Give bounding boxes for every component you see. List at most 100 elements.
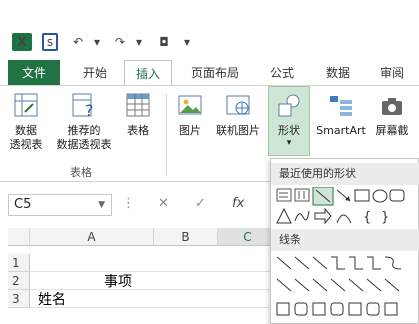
undo-icon[interactable]: ↶ <box>70 33 86 51</box>
screenshot-label: 屏幕截 <box>375 124 409 137</box>
lines-heading: 线条 <box>271 229 419 251</box>
right-arrow-shape-icon[interactable] <box>314 207 332 225</box>
shapes-icon <box>274 90 304 120</box>
line-shape-selected-icon[interactable] <box>312 187 334 206</box>
svg-text:?: ? <box>85 101 94 118</box>
freeform-shape-icon[interactable] <box>294 210 310 222</box>
curved-connector-icon[interactable] <box>384 256 402 270</box>
elbow-double-arrow-connector-icon[interactable] <box>367 256 381 270</box>
recent-shapes-row: { } <box>276 187 405 225</box>
online-picture-icon <box>223 90 253 120</box>
rect-row3-3-icon[interactable] <box>312 302 326 316</box>
rect-row3-6-icon[interactable] <box>366 302 380 316</box>
enter-icon[interactable]: ✓ <box>195 196 206 211</box>
tab-home[interactable]: 开始 <box>72 60 118 85</box>
tab-data[interactable]: 数据 <box>316 60 360 85</box>
arrow-line-icon[interactable] <box>294 256 310 270</box>
rectangle-shape-icon[interactable] <box>354 189 370 202</box>
screenshot-icon <box>377 90 407 120</box>
rect-row3-4-icon[interactable] <box>330 302 344 316</box>
left-brace-shape-icon[interactable]: { <box>363 210 371 225</box>
name-box[interactable]: C5 ▼ <box>8 194 112 216</box>
column-header-b[interactable]: B <box>154 228 218 246</box>
cancel-icon[interactable]: ✕ <box>158 196 169 211</box>
ribbon-tab-bar: 文件 开始 插入 页面布局 公式 数据 审阅 <box>0 60 419 86</box>
gridline <box>30 271 278 272</box>
undo-dropdown-icon[interactable]: ▾ <box>92 33 102 51</box>
smartart-button[interactable]: SmartArt <box>312 90 370 138</box>
rect-row3-2-icon[interactable] <box>294 302 308 316</box>
elbow-connector-icon[interactable] <box>331 256 345 270</box>
camera-icon[interactable]: ◘ <box>155 33 173 51</box>
recent-shapes-heading: 最近使用的形状 <box>271 163 419 185</box>
line-row2-6-icon[interactable] <box>366 278 382 292</box>
tab-formulas[interactable]: 公式 <box>262 60 302 85</box>
triangle-shape-icon[interactable] <box>276 207 292 224</box>
column-header-a[interactable]: A <box>30 228 154 246</box>
column-header-c[interactable]: C <box>218 228 278 246</box>
pivot-table-label: 数据 透视表 <box>9 124 43 151</box>
tab-page-layout[interactable]: 页面布局 <box>182 60 248 85</box>
line-row2-3-icon[interactable] <box>312 278 328 292</box>
tab-file[interactable]: 文件 <box>8 60 60 85</box>
line-row2-2-icon[interactable] <box>294 278 310 292</box>
row-header-3[interactable]: 3 <box>8 290 30 308</box>
online-pictures-label: 联机图片 <box>216 124 260 137</box>
redo-dropdown-icon[interactable]: ▾ <box>134 33 144 51</box>
customize-qat-icon[interactable]: ▾ <box>182 33 192 51</box>
rect-row3-1-icon[interactable] <box>276 302 290 316</box>
table-icon <box>123 90 153 120</box>
name-box-value: C5 <box>14 197 32 212</box>
recommended-pivot-label: 推荐的 数据透视表 <box>56 124 112 151</box>
pivot-table-icon <box>11 90 41 120</box>
table-label: 表格 <box>127 124 149 137</box>
line-icon[interactable] <box>276 256 292 270</box>
line-row2-5-icon[interactable] <box>348 278 364 292</box>
redo-icon[interactable]: ↷ <box>112 33 128 51</box>
cell-a3[interactable]: 姓名 <box>38 289 66 309</box>
tab-review[interactable]: 审阅 <box>372 60 412 85</box>
row-header-2[interactable]: 2 <box>8 272 30 290</box>
row-header-1[interactable]: 1 <box>8 254 30 272</box>
pictures-button[interactable]: 图片 <box>174 90 206 138</box>
line-row2-4-icon[interactable] <box>330 278 346 292</box>
screenshot-button[interactable]: 屏幕截 <box>372 90 412 138</box>
excel-app-icon: X <box>12 33 32 51</box>
quick-access-toolbar: X s ↶ ▾ ↷ ▾ ◘ ▾ <box>0 0 419 60</box>
save-icon[interactable]: s <box>42 33 58 51</box>
vertical-text-box-shape-icon[interactable] <box>294 188 310 202</box>
recommended-pivot-icon: ? <box>69 90 99 120</box>
oval-shape-icon[interactable] <box>372 189 388 203</box>
cell-b2[interactable]: 事项 <box>104 271 132 291</box>
tab-insert[interactable]: 插入 <box>124 60 172 86</box>
elbow-arrow-connector-icon[interactable] <box>349 256 363 270</box>
recommended-pivot-button[interactable]: ? 推荐的 数据透视表 <box>52 90 116 152</box>
rect-row3-5-icon[interactable] <box>348 302 362 316</box>
shapes-label: 形状 <box>278 124 300 137</box>
rounded-rect-shape-icon[interactable] <box>389 189 405 202</box>
line-row2-icon[interactable] <box>276 278 292 292</box>
right-brace-shape-icon[interactable]: } <box>381 210 389 225</box>
text-box-shape-icon[interactable] <box>276 188 292 202</box>
lines-shapes-grid <box>276 256 402 316</box>
more-options-icon[interactable]: ⋮ <box>122 196 135 211</box>
online-pictures-button[interactable]: 联机图片 <box>212 90 264 138</box>
select-all-corner[interactable] <box>8 228 30 246</box>
excel-window: X s ↶ ▾ ↷ ▾ ◘ ▾ 文件 开始 插入 页面布局 公式 数据 审阅 数… <box>0 0 419 324</box>
picture-icon <box>175 90 205 120</box>
shapes-button-content[interactable]: 形状 ▾ <box>270 90 308 148</box>
arrow-shape-icon[interactable] <box>336 189 351 202</box>
smartart-label: SmartArt <box>316 124 366 137</box>
pictures-label: 图片 <box>179 124 201 137</box>
fx-icon[interactable]: fx <box>232 196 244 211</box>
rect-row3-7-icon[interactable] <box>384 302 398 316</box>
gridline <box>30 307 278 308</box>
ribbon-separator <box>166 94 167 176</box>
pivot-table-button[interactable]: 数据 透视表 <box>6 90 46 152</box>
table-button[interactable]: 表格 <box>120 90 156 138</box>
curve-shape-icon[interactable] <box>336 214 352 224</box>
name-box-dropdown-icon[interactable]: ▼ <box>98 195 105 215</box>
smartart-icon <box>326 90 356 120</box>
double-arrow-line-icon[interactable] <box>312 256 328 270</box>
line-row2-7-icon[interactable] <box>384 278 400 292</box>
